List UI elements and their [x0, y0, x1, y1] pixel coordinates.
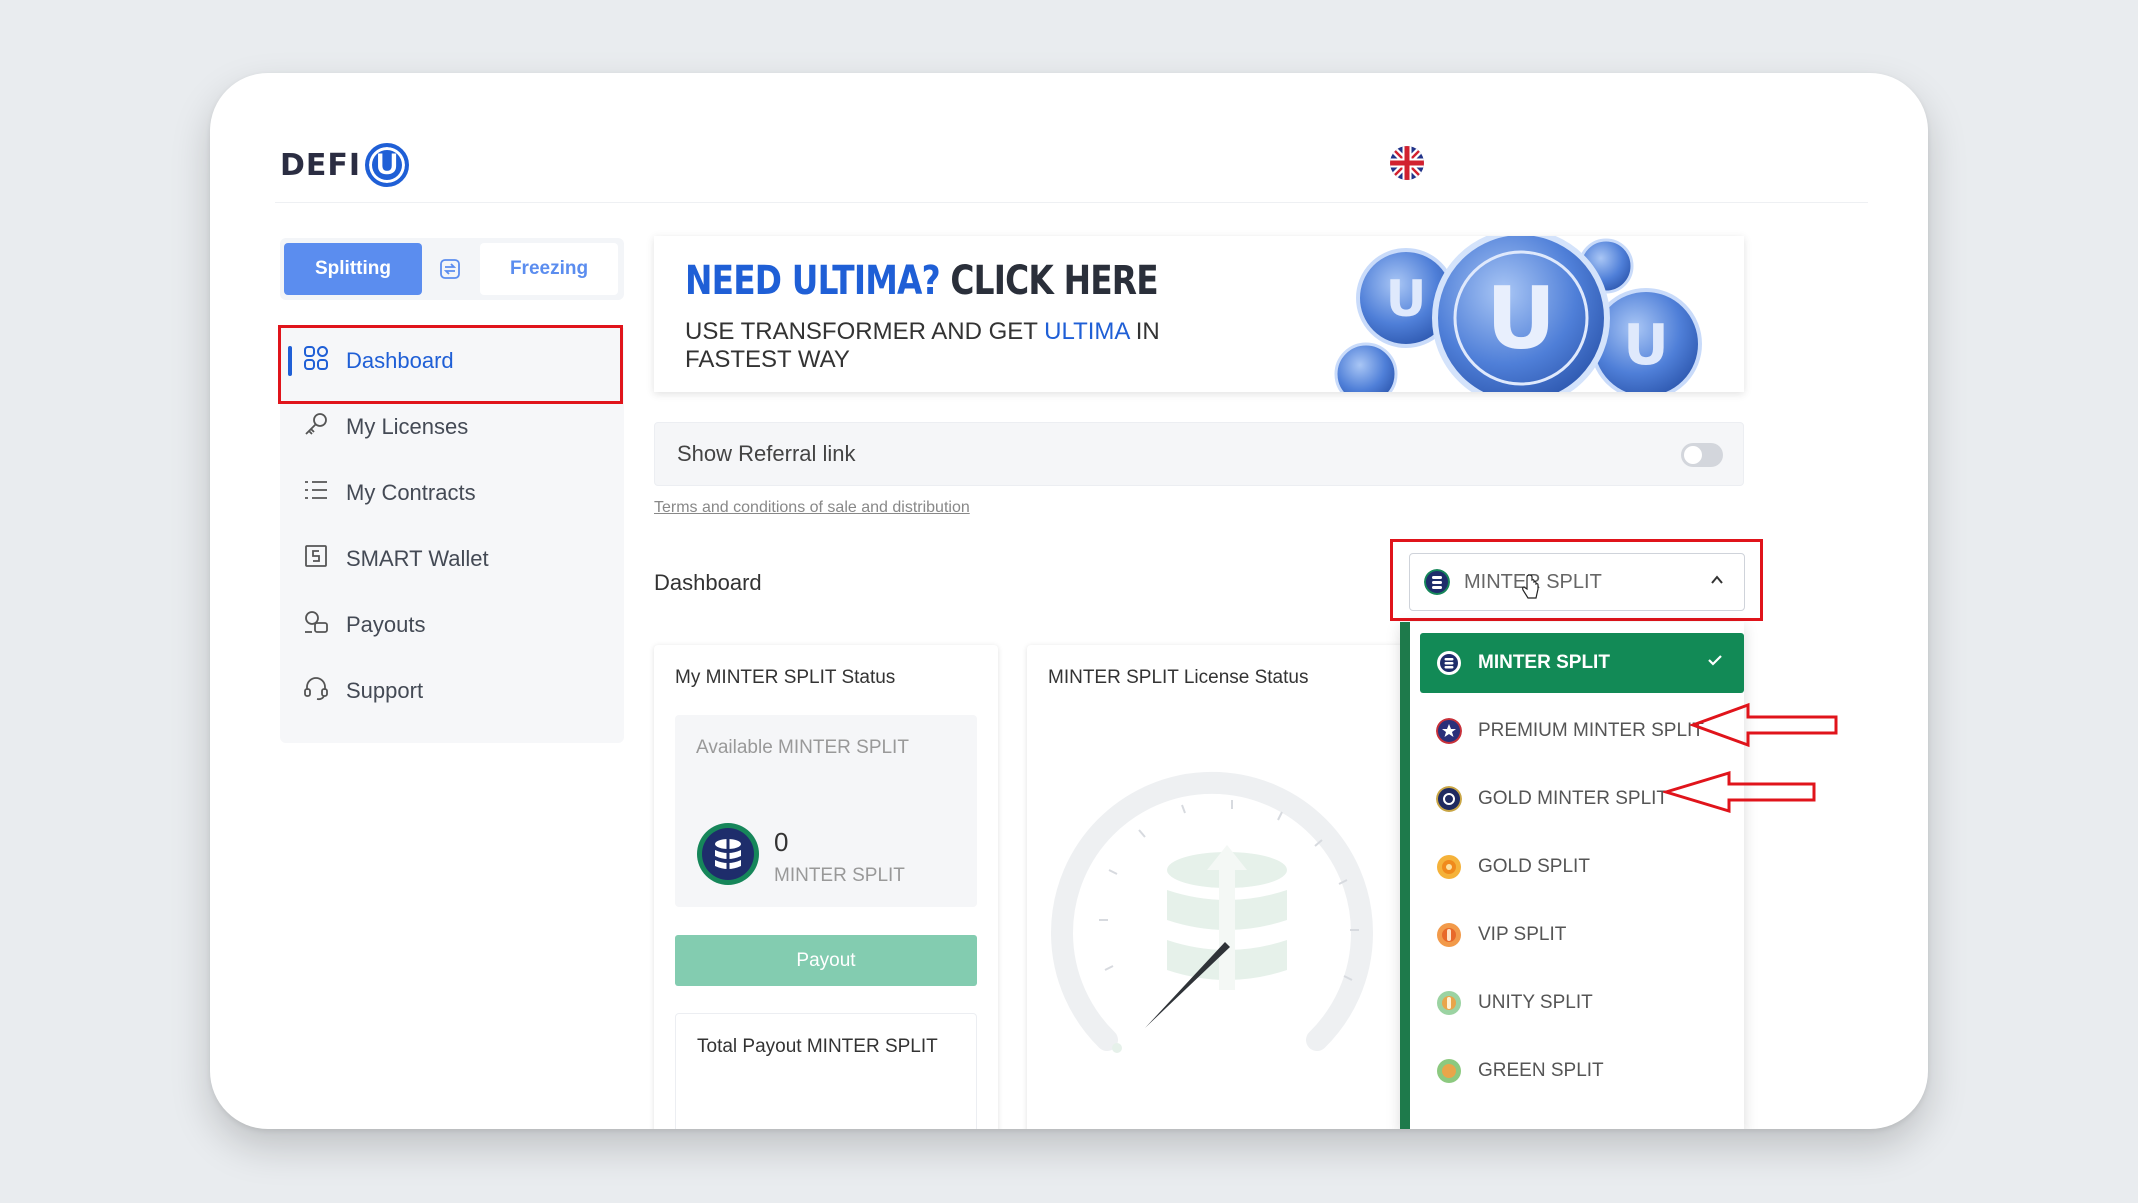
- mode-toggle: Splitting Freezing: [280, 238, 624, 300]
- sidebar-item-support[interactable]: Support: [280, 658, 624, 724]
- payouts-icon: [302, 608, 330, 642]
- option-label: GOLD MINTER SPLIT: [1478, 788, 1669, 809]
- sidebar-item-label: Support: [346, 678, 424, 703]
- green-split-icon: [1437, 1059, 1461, 1083]
- sidebar-item-payouts[interactable]: Payouts: [280, 592, 624, 658]
- annotation-arrow-gold-minter: [1663, 770, 1816, 814]
- status-card: My MINTER SPLIT Status Available MINTER …: [654, 645, 998, 1129]
- banner-title: NEED ULTIMA? CLICK HERE: [685, 258, 1159, 304]
- option-gold-split[interactable]: GOLD SPLIT: [1420, 837, 1744, 897]
- terms-link[interactable]: Terms and conditions of sale and distrib…: [654, 499, 970, 517]
- total-payout-label: Total Payout MINTER SPLIT: [697, 1036, 938, 1057]
- referral-toggle[interactable]: [1681, 443, 1723, 467]
- token-dropdown-menu: MINTER SPLIT PREMIUM MINTER SPLIT GOLD M…: [1400, 622, 1744, 1129]
- dashboard-section-title: Dashboard: [654, 570, 762, 595]
- app-window: DEFI U Splitting Freezing Dashboard My L…: [210, 73, 1928, 1129]
- ultima-coins-image: U U U: [1334, 236, 1702, 392]
- total-payout-box: Total Payout MINTER SPLIT: [675, 1013, 977, 1129]
- available-box: Available MINTER SPLIT 0 MINTER SPLIT: [675, 715, 977, 907]
- defi-u-logo[interactable]: DEFI U: [280, 143, 410, 187]
- sidebar-item-my-contracts[interactable]: My Contracts: [280, 460, 624, 526]
- gold-split-icon: [1437, 855, 1461, 879]
- sidebar-item-smart-wallet[interactable]: SMART Wallet: [280, 526, 624, 592]
- gold-minter-split-icon: [1436, 786, 1462, 812]
- option-label: VIP SPLIT: [1478, 924, 1567, 945]
- license-status-card: MINTER SPLIT License Status: [1027, 645, 1447, 1129]
- option-label: UNITY SPLIT: [1478, 992, 1593, 1013]
- license-gauge: [1051, 771, 1373, 1053]
- wallet-icon: [302, 542, 330, 576]
- chevron-up-icon[interactable]: [1710, 571, 1724, 592]
- license-card-title: MINTER SPLIT License Status: [1048, 667, 1309, 688]
- cursor-icon: [1522, 575, 1539, 599]
- dashboard-highlight-box: [278, 325, 623, 404]
- uk-flag-icon[interactable]: [1390, 146, 1424, 180]
- check-icon: [1706, 651, 1724, 675]
- sidebar-item-label: My Contracts: [346, 480, 476, 505]
- splitting-tab[interactable]: Splitting: [284, 243, 422, 295]
- option-vip-split[interactable]: VIP SPLIT: [1420, 905, 1744, 965]
- option-label: GOLD SPLIT: [1478, 856, 1590, 877]
- logo-text: DEFI: [280, 147, 362, 183]
- sidebar-item-label: SMART Wallet: [346, 546, 489, 571]
- available-amount: 0: [774, 827, 789, 857]
- headset-icon: [302, 674, 330, 708]
- sidebar-item-label: My Licenses: [346, 414, 469, 439]
- svg-text:U: U: [1486, 269, 1556, 369]
- key-icon: [302, 410, 330, 444]
- payout-button[interactable]: Payout: [675, 935, 977, 986]
- vip-split-icon: [1437, 923, 1461, 947]
- status-card-title: My MINTER SPLIT Status: [675, 667, 896, 688]
- minter-split-icon: [1437, 651, 1461, 675]
- logo-u-badge: U: [365, 143, 410, 187]
- available-label: Available MINTER SPLIT: [696, 737, 909, 758]
- token-select[interactable]: MINTER SPLIT: [1409, 553, 1745, 611]
- option-label: MINTER SPLIT: [1478, 652, 1610, 673]
- available-unit: MINTER SPLIT: [774, 865, 905, 886]
- sidebar-item-label: Payouts: [346, 612, 426, 637]
- option-label: PREMIUM MINTER SPLIT: [1478, 720, 1704, 741]
- minter-split-coin-icon: [697, 823, 759, 885]
- freezing-tab[interactable]: Freezing: [480, 243, 618, 295]
- svg-text:U: U: [1386, 270, 1427, 328]
- annotation-arrow-premium: [1690, 702, 1838, 748]
- premium-minter-split-icon: [1436, 718, 1462, 744]
- svg-text:U: U: [1623, 313, 1668, 378]
- minter-split-icon: [1424, 569, 1450, 595]
- referral-label: Show Referral link: [677, 441, 856, 466]
- header-divider: [275, 202, 1868, 203]
- option-label: GREEN SPLIT: [1478, 1060, 1604, 1081]
- option-unity-split[interactable]: UNITY SPLIT: [1420, 973, 1744, 1033]
- option-green-split[interactable]: GREEN SPLIT: [1420, 1041, 1744, 1101]
- option-minter-split[interactable]: MINTER SPLIT: [1420, 633, 1744, 693]
- list-icon: [302, 476, 330, 510]
- referral-row: Show Referral link: [654, 422, 1744, 486]
- banner-subtitle: USE TRANSFORMER AND GET ULTIMA IN FASTES…: [685, 318, 1160, 373]
- ultima-banner[interactable]: NEED ULTIMA? CLICK HERE USE TRANSFORMER …: [654, 236, 1744, 392]
- unity-split-icon: [1437, 991, 1461, 1015]
- swap-icon[interactable]: [422, 243, 478, 295]
